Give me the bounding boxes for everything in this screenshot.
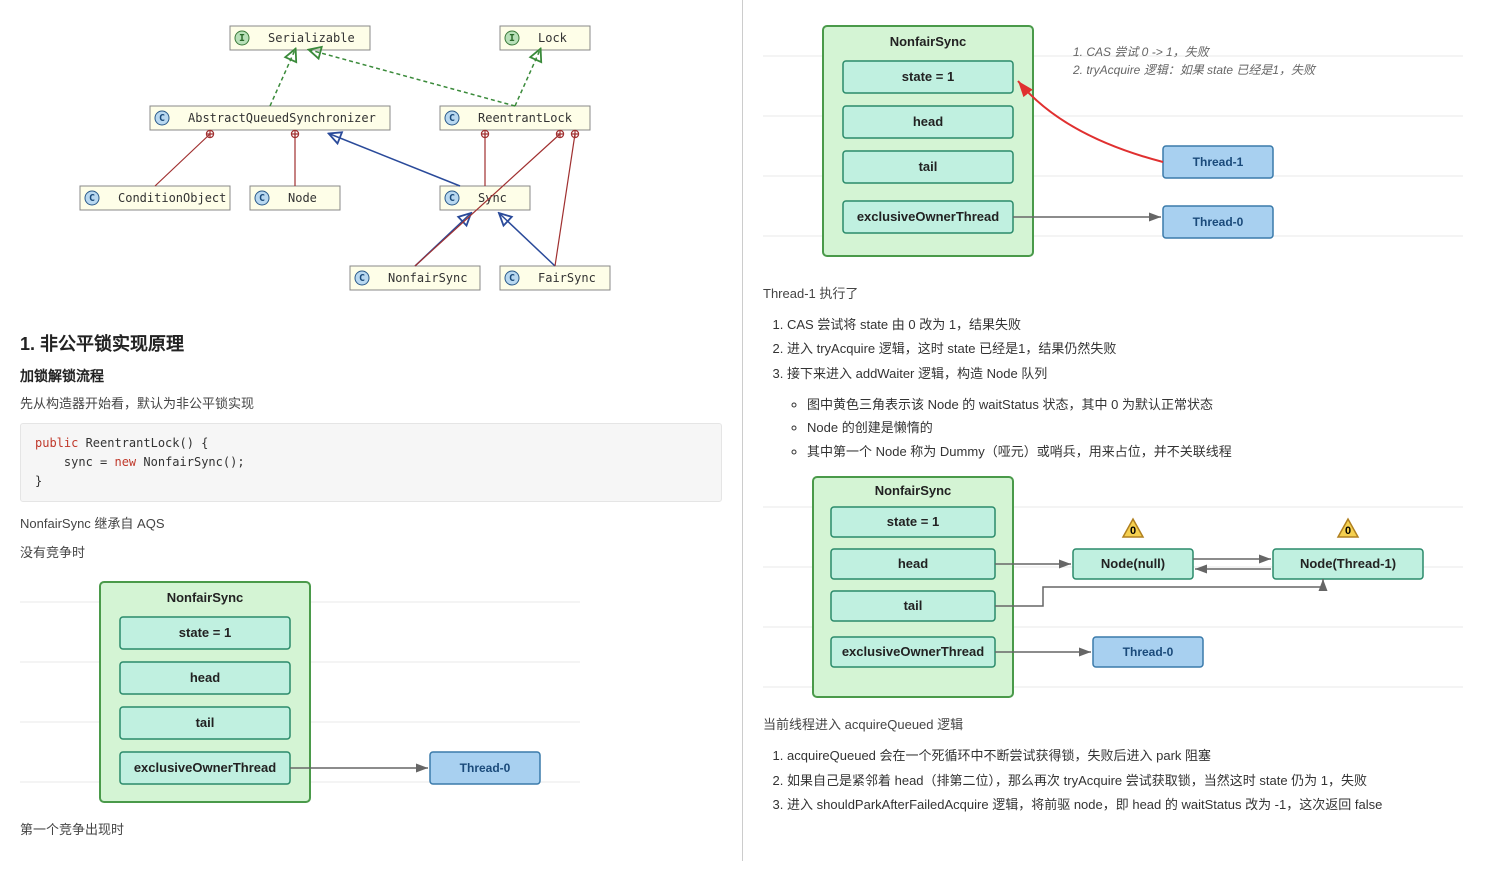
uml-lock: Lock (538, 31, 568, 45)
diagram-contention: NonfairSync state = 1 head tail exclusiv… (763, 16, 1466, 276)
svg-text:state = 1: state = 1 (902, 69, 954, 84)
right-column: NonfairSync state = 1 head tail exclusiv… (743, 0, 1486, 861)
svg-text:Thread-0: Thread-0 (1193, 215, 1244, 229)
note-item: 其中第一个 Node 称为 Dummy（哑元）或哨兵，用来占位，并不关联线程 (807, 440, 1466, 463)
svg-text:Thread-0: Thread-0 (460, 761, 511, 775)
step-item: 如果自己是紧邻着 head（排第二位），那么再次 tryAcquire 尝试获取… (787, 769, 1466, 794)
svg-text:I: I (509, 33, 515, 44)
uml-fair: FairSync (538, 271, 596, 285)
uml-condobj: ConditionObject (118, 191, 226, 205)
step-item: CAS 尝试将 state 由 0 改为 1，结果失败 (787, 313, 1466, 338)
svg-text:tail: tail (919, 159, 938, 174)
note-item: Node 的创建是懒惰的 (807, 416, 1466, 439)
step-item: 接下来进入 addWaiter 逻辑，构造 Node 队列 (787, 362, 1466, 387)
svg-text:C: C (159, 113, 165, 124)
step-item: acquireQueued 会在一个死循环中不断尝试获得锁，失败后进入 park… (787, 744, 1466, 769)
uml-aqs: AbstractQueuedSynchronizer (188, 111, 376, 125)
svg-text:head: head (190, 670, 220, 685)
svg-text:head: head (898, 556, 928, 571)
svg-text:tail: tail (196, 715, 215, 730)
svg-text:Node(null): Node(null) (1101, 556, 1165, 571)
node-notes-list: 图中黄色三角表示该 Node 的 waitStatus 状态，其中 0 为默认正… (807, 393, 1466, 463)
first-contention-paragraph: 第一个竞争出现时 (20, 820, 722, 841)
step-item: 进入 tryAcquire 逻辑，这时 state 已经是1，结果仍然失败 (787, 337, 1466, 362)
svg-text:C: C (509, 273, 515, 284)
uml-class-diagram: I Serializable I Lock C AbstractQueuedSy… (20, 16, 722, 316)
inherit-paragraph: NonfairSync 继承自 AQS (20, 514, 722, 535)
uml-reentrant: ReentrantLock (478, 111, 573, 125)
thread1-exec: Thread-1 执行了 (763, 284, 1466, 305)
uml-serializable: Serializable (268, 31, 355, 45)
uml-sync: Sync (478, 191, 507, 205)
step-item: 进入 shouldParkAfterFailedAcquire 逻辑，将前驱 n… (787, 793, 1466, 818)
svg-text:C: C (449, 113, 455, 124)
steps-list-2: acquireQueued 会在一个死循环中不断尝试获得锁，失败后进入 park… (787, 744, 1466, 818)
code-block-constructor: public ReentrantLock() { sync = new Nonf… (20, 423, 722, 503)
acquire-queued-paragraph: 当前线程进入 acquireQueued 逻辑 (763, 715, 1466, 736)
svg-text:tail: tail (904, 598, 923, 613)
svg-text:C: C (89, 193, 95, 204)
svg-text:state = 1: state = 1 (887, 514, 939, 529)
svg-text:head: head (913, 114, 943, 129)
svg-text:Thread-0: Thread-0 (1123, 645, 1174, 659)
svg-text:NonfairSync: NonfairSync (167, 590, 244, 605)
svg-text:NonfairSync: NonfairSync (875, 483, 952, 498)
svg-text:exclusiveOwnerThread: exclusiveOwnerThread (134, 760, 276, 775)
svg-text:Node(Thread-1): Node(Thread-1) (1300, 556, 1396, 571)
svg-text:2. tryAcquire 逻辑：如果 state 已经是1: 2. tryAcquire 逻辑：如果 state 已经是1，失败 (1072, 63, 1317, 77)
svg-text:state = 1: state = 1 (179, 625, 231, 640)
uml-node: Node (288, 191, 317, 205)
section-heading: 1. 非公平锁实现原理 (20, 330, 722, 356)
uml-nonfair: NonfairSync (388, 271, 467, 285)
diagram-no-contention: NonfairSync state = 1 head tail exclusiv… (20, 572, 722, 812)
subsection-heading: 加锁解锁流程 (20, 366, 722, 386)
left-column: I Serializable I Lock C AbstractQueuedSy… (0, 0, 743, 861)
steps-list-1: CAS 尝试将 state 由 0 改为 1，结果失败 进入 tryAcquir… (787, 313, 1466, 387)
svg-text:NonfairSync: NonfairSync (890, 34, 967, 49)
intro-paragraph: 先从构造器开始看，默认为非公平锁实现 (20, 394, 722, 415)
svg-text:exclusiveOwnerThread: exclusiveOwnerThread (857, 209, 999, 224)
svg-text:I: I (239, 33, 245, 44)
svg-text:exclusiveOwnerThread: exclusiveOwnerThread (842, 644, 984, 659)
svg-text:1. CAS 尝试 0 -> 1，失败: 1. CAS 尝试 0 -> 1，失败 (1073, 45, 1211, 59)
svg-text:0: 0 (1130, 525, 1136, 537)
svg-text:Thread-1: Thread-1 (1193, 155, 1244, 169)
svg-text:C: C (259, 193, 265, 204)
diagram-node-list: NonfairSync state = 1 head tail exclusiv… (763, 467, 1466, 707)
note-item: 图中黄色三角表示该 Node 的 waitStatus 状态，其中 0 为默认正… (807, 393, 1466, 416)
svg-text:0: 0 (1345, 525, 1351, 537)
svg-text:C: C (359, 273, 365, 284)
no-contention-paragraph: 没有竞争时 (20, 543, 722, 564)
svg-text:C: C (449, 193, 455, 204)
